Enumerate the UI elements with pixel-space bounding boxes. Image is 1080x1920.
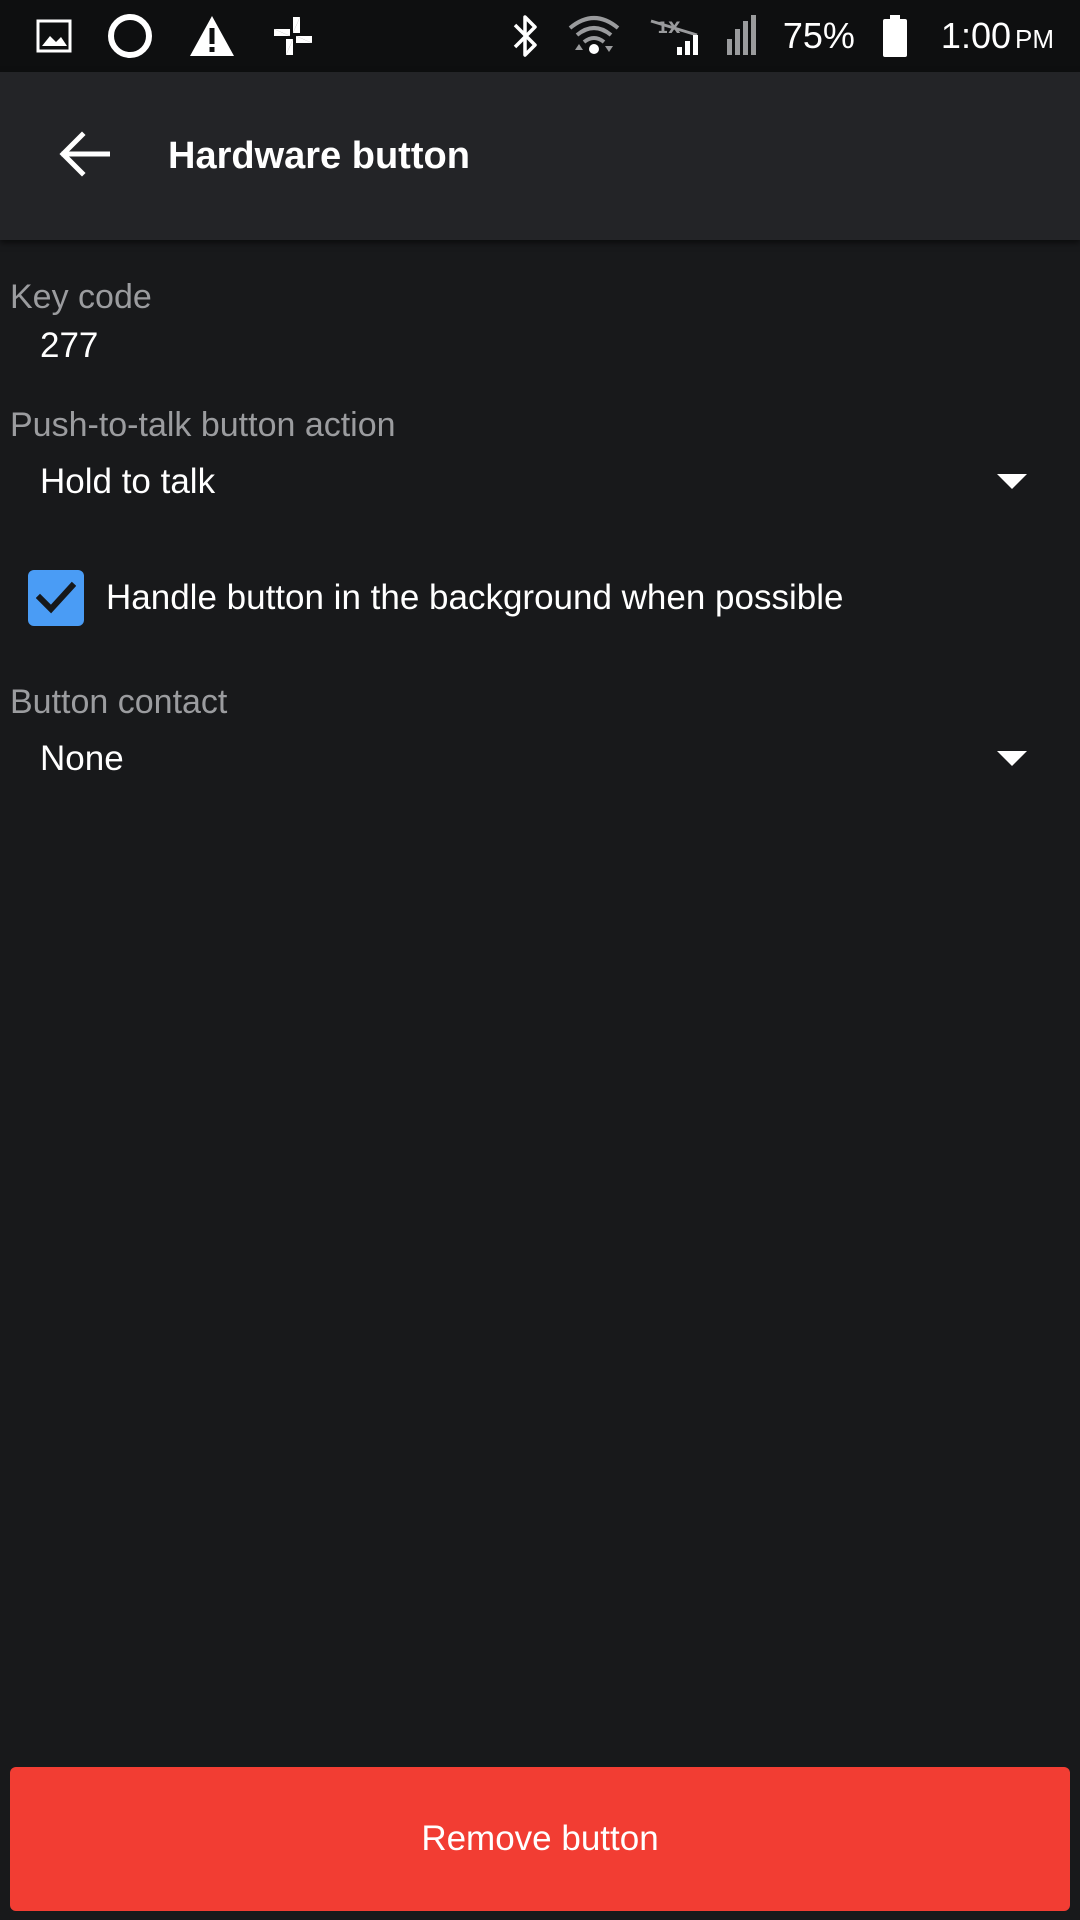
- app-bar: Hardware button: [0, 72, 1080, 240]
- signal-icon: [726, 13, 757, 59]
- status-bar: 1X 75% 1:00PM: [0, 0, 1080, 72]
- wifi-icon: [567, 14, 621, 58]
- page-title: Hardware button: [168, 134, 470, 177]
- ptt-action-value: Hold to talk: [40, 462, 216, 501]
- button-contact-label: Button contact: [10, 683, 228, 721]
- checkmark-icon: [36, 581, 76, 614]
- ptt-action-label: Push-to-talk button action: [10, 406, 396, 444]
- no-sim-icon: 1X: [647, 13, 701, 59]
- warning-icon: [188, 14, 236, 58]
- remove-button[interactable]: Remove button: [10, 1767, 1070, 1911]
- key-code-label: Key code: [10, 278, 152, 316]
- circle-icon: [106, 12, 154, 60]
- dropdown-arrow-icon: [992, 462, 1032, 502]
- key-code-value: 277: [40, 326, 99, 365]
- settings-form: Key code 277 Push-to-talk button action …: [0, 240, 1080, 1920]
- clock-time: 1:00: [940, 15, 1011, 56]
- battery-icon: [881, 13, 909, 59]
- clock-ampm: PM: [1015, 24, 1054, 54]
- gallery-icon: [36, 18, 72, 54]
- background-handling-checkbox-row[interactable]: Handle button in the background when pos…: [28, 570, 843, 626]
- background-handling-checkbox[interactable]: [28, 570, 84, 626]
- button-contact-value: None: [40, 739, 124, 778]
- status-bar-right: 1X 75% 1:00PM: [511, 0, 1054, 72]
- ptt-action-dropdown[interactable]: Hold to talk: [0, 442, 1040, 522]
- dropdown-arrow-icon: [992, 739, 1032, 779]
- bluetooth-icon: [511, 13, 541, 59]
- back-button[interactable]: [36, 108, 132, 204]
- status-bar-left: [36, 0, 316, 72]
- pinwheel-icon: [270, 13, 316, 59]
- clock: 1:00 PM: [941, 15, 1054, 57]
- arrow-back-icon: [58, 130, 111, 183]
- button-contact-dropdown[interactable]: None: [0, 719, 1040, 799]
- battery-percent: 75%: [782, 15, 855, 56]
- background-handling-label: Handle button in the background when pos…: [106, 578, 844, 617]
